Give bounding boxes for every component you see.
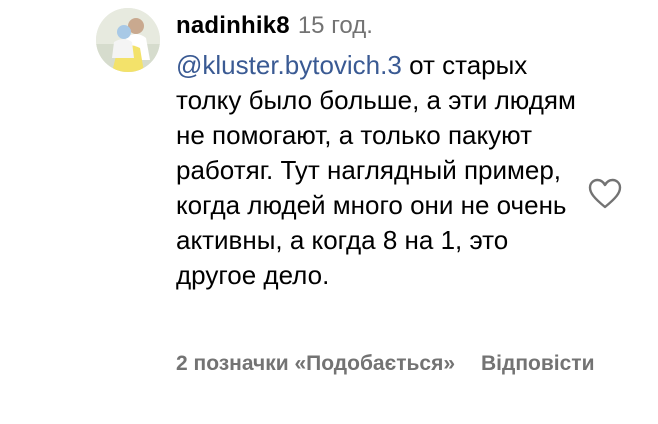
avatar[interactable] [96, 8, 160, 72]
avatar-photo [96, 8, 160, 72]
heart-outline-icon[interactable] [588, 178, 622, 210]
comment-header: nadinhik8 15 год. [176, 12, 586, 48]
reply-button[interactable]: Відповісти [481, 352, 594, 376]
comment-body: nadinhik8 15 год. @kluster.bytovich.3 от… [176, 12, 586, 293]
comment-actions: 2 позначки «Подобається» Відповісти [176, 352, 594, 376]
likes-count-button[interactable]: 2 позначки «Подобається» [176, 352, 455, 376]
comment-item: nadinhik8 15 год. @kluster.bytovich.3 от… [0, 0, 658, 424]
timestamp[interactable]: 15 год. [298, 12, 373, 40]
comment-text: @kluster.bytovich.3 от старых толку было… [176, 48, 586, 293]
mention-link[interactable]: @kluster.bytovich.3 [176, 50, 402, 80]
username-link[interactable]: nadinhik8 [176, 12, 290, 40]
comment-text-body: от старых толку было больше, а эти людям… [176, 50, 576, 290]
